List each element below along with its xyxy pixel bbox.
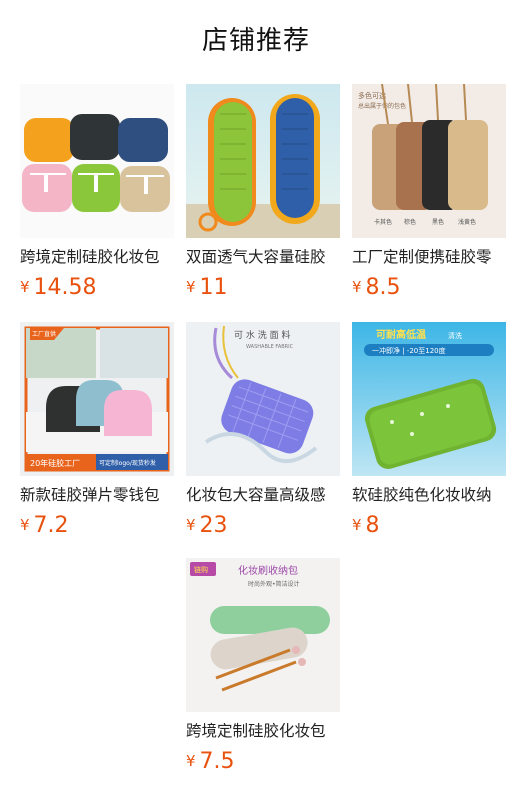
product-image[interactable]: 链购 化妆刷收纳包 时尚外观•简洁设计 (186, 558, 340, 712)
product-card[interactable]: 多色可选 总出属于你的包色 卡其色 棕色 黑色 浅黄色 工厂定制便携硅胶零 ¥8… (352, 84, 506, 301)
product-name[interactable]: 化妆包大容量高级感 (186, 484, 340, 506)
svg-text:浅黄色: 浅黄色 (458, 218, 476, 226)
product-card[interactable]: 工厂直供 20年硅胶工厂 可定制logo/现货秒发 新款硅胶弹片零钱包 ¥7.2 (20, 322, 174, 539)
product-price: ¥14.58 (20, 275, 97, 300)
svg-text:化妆刷收纳包: 化妆刷收纳包 (238, 564, 298, 577)
product-price: ¥11 (186, 275, 228, 300)
product-price: ¥8 (352, 513, 380, 538)
svg-text:黑色: 黑色 (432, 218, 444, 226)
product-price: ¥8.5 (352, 275, 401, 300)
svg-text:可耐高低温: 可耐高低温 (376, 328, 426, 341)
product-image[interactable] (186, 84, 340, 238)
product-image[interactable]: 多色可选 总出属于你的包色 卡其色 棕色 黑色 浅黄色 (352, 84, 506, 238)
svg-text:工厂直供: 工厂直供 (32, 330, 56, 338)
product-name[interactable]: 跨境定制硅胶化妆包 (20, 246, 174, 268)
svg-text:链购: 链购 (194, 565, 208, 574)
product-image[interactable]: 工厂直供 20年硅胶工厂 可定制logo/现货秒发 (20, 322, 174, 476)
svg-text:卡其色: 卡其色 (374, 218, 392, 226)
page-title: 店铺推荐 (201, 26, 310, 56)
product-name[interactable]: 双面透气大容量硅胶 (186, 246, 340, 268)
product-card[interactable]: 可 水 洗 面 料 WASHABLE FABRIC 化妆包大容量高级感 ¥23 (186, 322, 340, 539)
svg-text:WASHABLE FABRIC: WASHABLE FABRIC (246, 344, 294, 350)
product-image[interactable] (20, 84, 174, 238)
svg-text:棕色: 棕色 (404, 218, 416, 226)
product-name[interactable]: 软硅胶纯色化妆收纳 (352, 484, 506, 506)
product-image[interactable]: 可耐高低温 清洗 一冲即净 | -20至120度 (352, 322, 506, 476)
product-price: ¥7.5 (186, 749, 235, 774)
svg-text:总出属于你的包色: 总出属于你的包色 (358, 102, 406, 110)
product-image[interactable]: 可 水 洗 面 料 WASHABLE FABRIC (186, 322, 340, 476)
product-card[interactable]: 可耐高低温 清洗 一冲即净 | -20至120度 软硅胶纯色化妆收纳 ¥8 (352, 322, 506, 539)
product-price: ¥7.2 (20, 513, 69, 538)
product-name[interactable]: 新款硅胶弹片零钱包 (20, 484, 174, 506)
product-card[interactable]: 双面透气大容量硅胶 ¥11 (186, 84, 340, 301)
svg-text:20年硅胶工厂: 20年硅胶工厂 (30, 458, 80, 468)
svg-text:清洗: 清洗 (448, 331, 462, 340)
product-card[interactable]: 链购 化妆刷收纳包 时尚外观•简洁设计 跨境定制硅胶化妆包 ¥7.5 (186, 558, 340, 775)
product-name[interactable]: 跨境定制硅胶化妆包 (186, 720, 340, 742)
product-card[interactable]: 跨境定制硅胶化妆包 ¥14.58 (20, 84, 174, 301)
svg-text:多色可选: 多色可选 (358, 91, 386, 100)
svg-text:可定制logo/现货秒发: 可定制logo/现货秒发 (99, 459, 156, 467)
svg-text:可 水 洗 面 料: 可 水 洗 面 料 (234, 329, 290, 341)
svg-text:一冲即净 | -20至120度: 一冲即净 | -20至120度 (372, 346, 446, 355)
product-name[interactable]: 工厂定制便携硅胶零 (352, 246, 506, 268)
product-price: ¥23 (186, 513, 228, 538)
svg-text:时尚外观•简洁设计: 时尚外观•简洁设计 (248, 580, 300, 588)
